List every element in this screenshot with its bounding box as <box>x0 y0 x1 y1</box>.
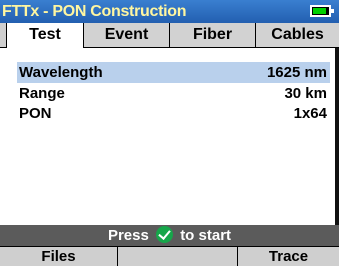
check-icon <box>156 226 174 243</box>
status-bar: Press to start <box>0 225 339 246</box>
tab-event[interactable]: Event <box>84 23 170 47</box>
blank-softkey[interactable] <box>118 247 238 266</box>
tab-bar: Test Event Fiber Cables <box>0 23 339 48</box>
setting-label: Wavelength <box>19 64 103 81</box>
setting-value: 1x64 <box>293 105 327 122</box>
setting-value: 30 km <box>284 85 327 102</box>
title-bar: FTTx - PON Construction <box>0 0 339 23</box>
tab-fiber[interactable]: Fiber <box>170 23 256 47</box>
test-settings-panel: Wavelength 1625 nm Range 30 km PON 1x64 <box>0 48 339 225</box>
setting-row-pon[interactable]: PON 1x64 <box>17 103 330 124</box>
setting-label: Range <box>19 85 65 102</box>
status-suffix: to start <box>180 227 232 244</box>
tab-cables[interactable]: Cables <box>256 23 339 47</box>
otdr-screen: FTTx - PON Construction Test Event Fiber… <box>0 0 339 266</box>
battery-terminal <box>331 9 334 13</box>
app-title: FTTx - PON Construction <box>2 3 187 20</box>
softkey-bar: Files Trace <box>0 246 339 266</box>
tab-test[interactable]: Test <box>6 23 84 48</box>
status-prefix: Press <box>107 227 149 244</box>
files-softkey[interactable]: Files <box>0 247 118 266</box>
battery-icon <box>310 5 334 17</box>
setting-label: PON <box>19 105 52 122</box>
setting-row-wavelength[interactable]: Wavelength 1625 nm <box>17 62 330 83</box>
setting-value: 1625 nm <box>266 64 327 81</box>
setting-row-range[interactable]: Range 30 km <box>17 83 330 104</box>
battery-level <box>313 8 326 14</box>
trace-softkey[interactable]: Trace <box>238 247 339 266</box>
